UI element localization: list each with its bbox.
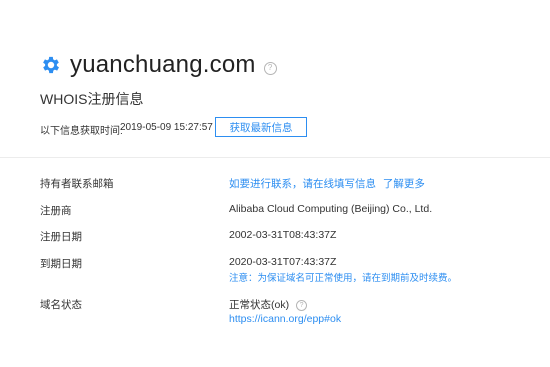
help-icon[interactable]: ? <box>263 61 277 75</box>
learn-more-link[interactable]: 了解更多 <box>383 178 425 190</box>
registrar-label: 注册商 <box>40 205 72 217</box>
expires-value: 2020-03-31T07:43:37Z <box>229 256 337 268</box>
status-label: 域名状态 <box>40 299 82 311</box>
registrar-value: Alibaba Cloud Computing (Beijing) Co., L… <box>229 203 433 215</box>
domain-header: yuanchuang.com ? <box>40 50 277 80</box>
status-value-wrap: 正常状态(ok) ? <box>229 297 308 312</box>
renewal-note: 注意：为保证域名可正常使用，请在到期前及时续费。 <box>229 273 458 284</box>
fetch-time-label: 以下信息获取时间: <box>40 126 123 137</box>
status-link[interactable]: https://icann.org/epp#ok <box>229 313 341 325</box>
registrant-value: 如要进行联系，请在线填写信息 了解更多 <box>229 176 425 191</box>
registrant-label: 持有者联系邮箱 <box>40 178 114 190</box>
gear-icon <box>43 56 59 74</box>
refresh-button[interactable]: 获取最新信息 <box>215 117 307 137</box>
status-help-icon[interactable]: ? <box>296 299 308 311</box>
expires-label: 到期日期 <box>40 258 82 270</box>
status-value: 正常状态(ok) <box>229 299 290 311</box>
fetch-time-value: 2019-05-09 15:27:57 <box>120 122 213 133</box>
divider <box>0 157 550 158</box>
section-title: WHOIS注册信息 <box>40 91 144 107</box>
domain-title: yuanchuang.com <box>70 51 256 78</box>
contact-form-link[interactable]: 如要进行联系，请在线填写信息 <box>229 178 376 190</box>
created-label: 注册日期 <box>40 231 82 243</box>
created-value: 2002-03-31T08:43:37Z <box>229 229 337 241</box>
